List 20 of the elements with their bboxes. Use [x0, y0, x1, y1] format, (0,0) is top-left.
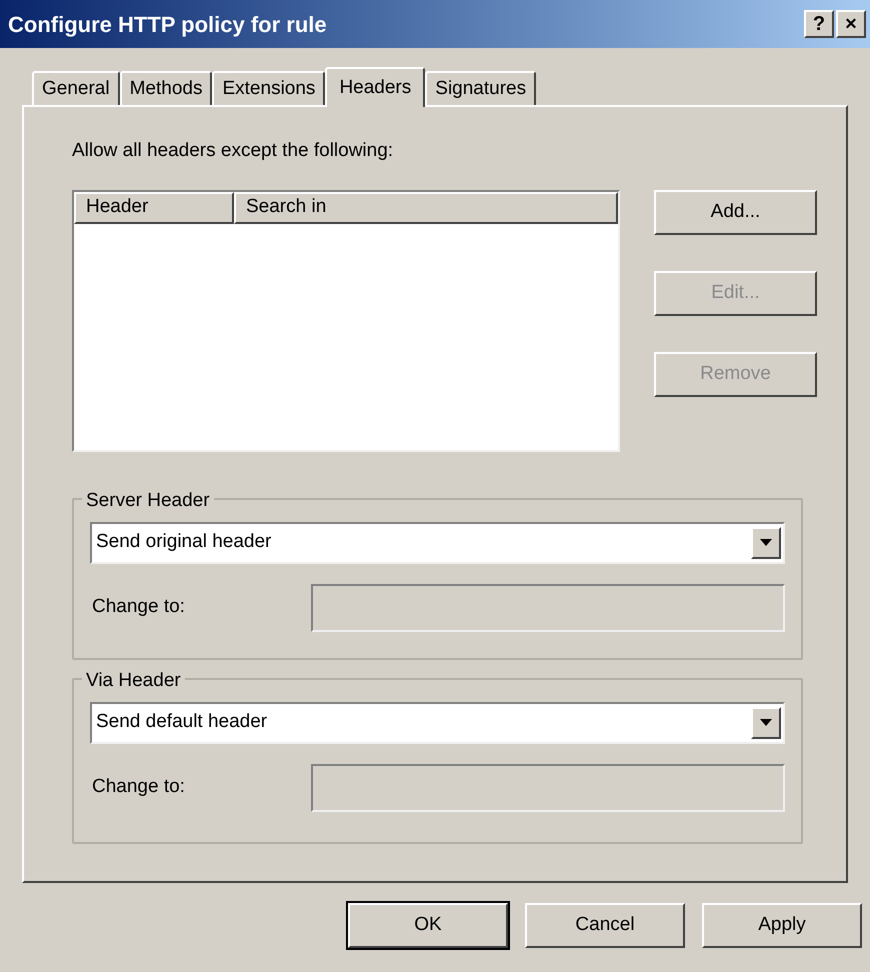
tab[interactable]: Extensions: [212, 71, 326, 105]
intro-label: Allow all headers except the following:: [72, 139, 394, 163]
column-header[interactable]: Header: [74, 192, 234, 224]
headers-list[interactable]: Header Search in: [72, 190, 620, 452]
tab[interactable]: General: [32, 71, 120, 105]
tab[interactable]: Headers: [325, 67, 426, 107]
window-title: Configure HTTP policy for rule: [8, 10, 327, 39]
dialog-button[interactable]: Cancel: [525, 903, 685, 948]
column-header[interactable]: Search in: [234, 192, 618, 224]
tab[interactable]: Signatures: [425, 71, 536, 105]
close-button[interactable]: ×: [836, 10, 866, 38]
dialog-button[interactable]: OK: [348, 903, 508, 948]
change-to-label: Change to:: [91, 775, 186, 800]
header-select[interactable]: Send original header: [90, 522, 785, 564]
side-button[interactable]: Add...: [654, 190, 817, 234]
change-to-label: Change to:: [91, 595, 186, 620]
tab[interactable]: Methods: [120, 71, 212, 105]
header-select[interactable]: Send default header: [90, 702, 785, 744]
dialog-button[interactable]: Apply: [702, 903, 862, 948]
help-button[interactable]: ?: [804, 10, 834, 38]
